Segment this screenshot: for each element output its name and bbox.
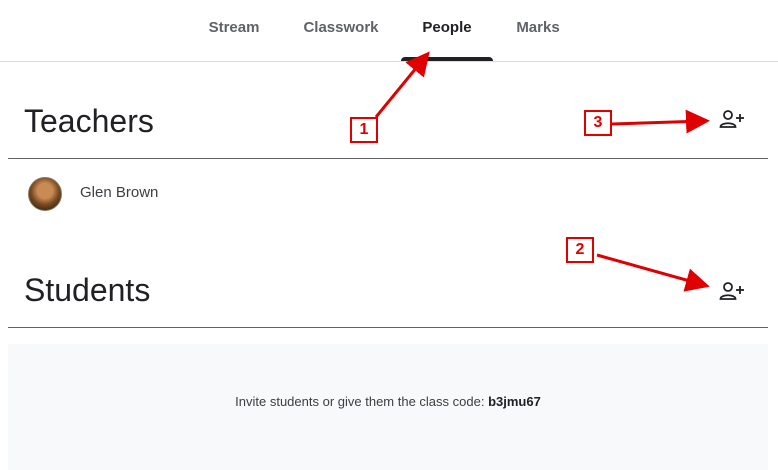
person-add-icon [719,110,744,128]
active-tab-indicator [401,57,493,61]
students-divider [8,327,768,328]
add-student-button[interactable] [717,277,747,307]
avatar [28,177,62,211]
arrow-3 [611,109,710,134]
callout-2: 2 [566,237,594,263]
arrow-2 [596,253,710,292]
arrow-1 [374,51,430,118]
class-code: b3jmu67 [488,394,541,409]
invite-prefix: Invite students or give them the class c… [235,394,489,409]
invite-panel: Invite students or give them the class c… [8,344,768,470]
teachers-divider [8,158,768,159]
callout-3: 3 [584,110,612,136]
invite-message: Invite students or give them the class c… [8,394,768,409]
teacher-row[interactable]: Glen Brown [8,172,768,216]
class-tabs: Stream Classwork People Marks [0,0,778,62]
tab-people[interactable]: People [401,0,493,61]
person-add-icon [719,282,744,300]
students-heading: Students [24,272,151,308]
teachers-heading: Teachers [24,103,154,139]
tab-marks[interactable]: Marks [505,0,571,61]
add-teacher-button[interactable] [717,105,747,135]
teacher-name: Glen Brown [80,184,159,201]
tab-classwork[interactable]: Classwork [298,0,384,61]
tab-stream[interactable]: Stream [198,0,270,61]
callout-1: 1 [350,117,378,143]
